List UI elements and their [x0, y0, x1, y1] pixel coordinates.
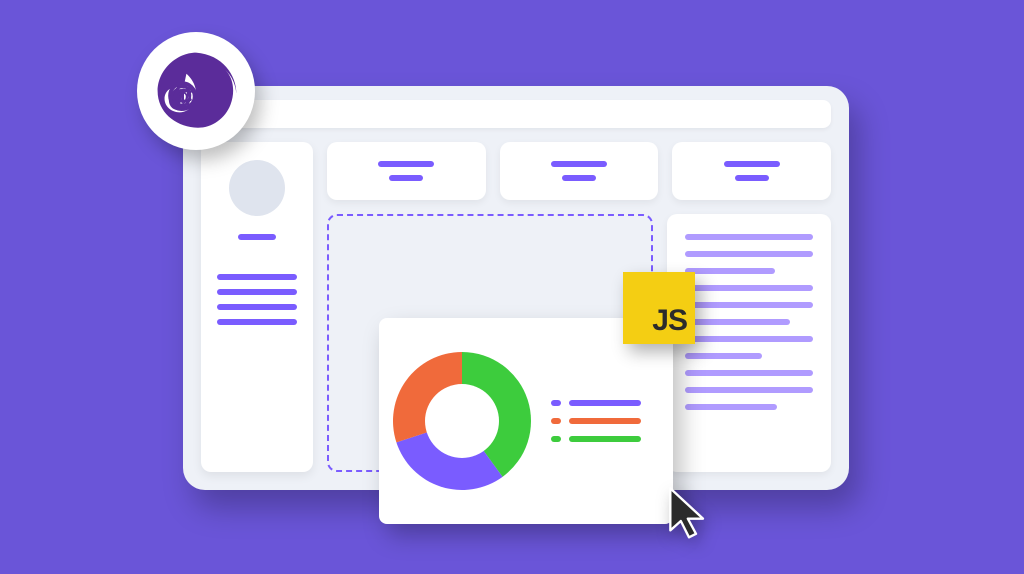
- legend-label-placeholder: [569, 400, 641, 406]
- svg-text:@: @: [169, 81, 197, 113]
- legend-label-placeholder: [569, 436, 641, 442]
- chart-widget[interactable]: [379, 318, 673, 524]
- sidebar-item-placeholder[interactable]: [217, 304, 297, 310]
- chart-legend: [551, 400, 653, 442]
- detail-line-placeholder: [685, 234, 813, 240]
- detail-line-placeholder: [685, 302, 813, 308]
- blazor-badge: @: [137, 32, 255, 150]
- detail-line-placeholder: [685, 404, 777, 410]
- cursor-pointer-icon: [665, 486, 713, 542]
- donut-chart: [393, 352, 531, 490]
- sidebar: [201, 142, 313, 472]
- window-titlebar: [201, 100, 831, 128]
- legend-label-placeholder: [569, 418, 641, 424]
- avatar: [229, 160, 285, 216]
- summary-cards-row: [327, 142, 831, 200]
- sidebar-item-placeholder[interactable]: [217, 319, 297, 325]
- legend-swatch: [551, 418, 561, 424]
- summary-card[interactable]: [327, 142, 486, 200]
- javascript-badge: JS: [623, 272, 695, 344]
- legend-swatch: [551, 436, 561, 442]
- legend-swatch: [551, 400, 561, 406]
- legend-item: [551, 436, 653, 442]
- js-badge-label: JS: [652, 304, 687, 338]
- detail-line-placeholder: [685, 387, 813, 393]
- legend-item: [551, 418, 653, 424]
- blazor-logo-icon: @: [148, 43, 244, 139]
- detail-line-placeholder: [685, 268, 775, 274]
- summary-card[interactable]: [672, 142, 831, 200]
- detail-line-placeholder: [685, 251, 813, 257]
- legend-item: [551, 400, 653, 406]
- detail-line-placeholder: [685, 319, 790, 325]
- summary-card[interactable]: [500, 142, 659, 200]
- detail-line-placeholder: [685, 370, 813, 376]
- detail-line-placeholder: [685, 353, 762, 359]
- sidebar-nav: [217, 274, 297, 325]
- avatar-label-placeholder: [238, 234, 276, 240]
- sidebar-item-placeholder[interactable]: [217, 289, 297, 295]
- detail-line-placeholder: [685, 336, 813, 342]
- detail-line-placeholder: [685, 285, 813, 291]
- sidebar-item-placeholder[interactable]: [217, 274, 297, 280]
